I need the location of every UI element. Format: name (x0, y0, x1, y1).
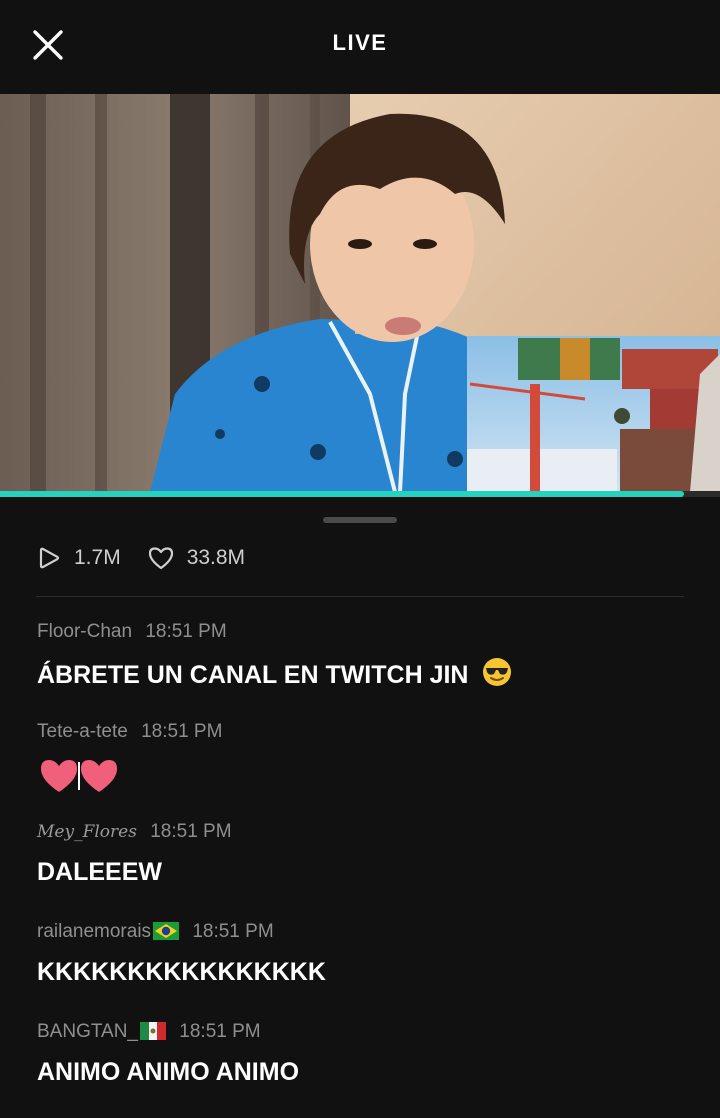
comment-time: 18:51 PM (192, 921, 274, 942)
comment-time: 18:51 PM (145, 621, 227, 642)
video-progress-bar[interactable] (0, 491, 720, 497)
plays-stat: 1.7M (36, 545, 121, 571)
page-title: LIVE (332, 30, 388, 55)
comment-text: ÁBRETE UN CANAL EN TWITCH JIN (37, 656, 697, 691)
comment-item: Mey_Flores 18:51 PM DALEEEW (37, 818, 697, 918)
mexico-flag-icon (140, 1022, 167, 1040)
play-outline-icon (39, 547, 60, 569)
plays-count: 1.7M (74, 546, 121, 569)
comment-text (37, 756, 697, 796)
comment-list[interactable]: Floor-Chan 18:51 PM ÁBRETE UN CANAL EN T… (37, 618, 697, 1118)
comment-meta: Floor-Chan 18:51 PM (37, 618, 697, 646)
stats-row: 1.7M 33.8M (36, 540, 271, 576)
comment-time: 18:51 PM (150, 821, 232, 842)
comment-time: 18:51 PM (141, 721, 223, 742)
likes-stat: 33.8M (147, 545, 245, 571)
heart-outline-icon (148, 547, 173, 570)
sunglasses-emoji-icon (483, 658, 512, 686)
comment-message: DALEEEW (37, 858, 162, 886)
pink-hearts-icon (41, 760, 117, 792)
comment-meta: Mey_Flores 18:51 PM (37, 818, 697, 846)
video-frame (0, 94, 720, 492)
comment-message: ANIMO ANIMO ANIMO (37, 1058, 300, 1086)
comment-username[interactable]: railanemorais (37, 921, 151, 942)
comment-username[interactable]: Mey_Flores (37, 822, 137, 842)
comment-message: KKKKKKKKKKKKKKKK (37, 958, 326, 986)
comment-time: 18:51 PM (179, 1021, 261, 1042)
comment-meta: railanemorais 18:51 PM (37, 918, 697, 946)
likes-count: 33.8M (186, 546, 246, 569)
live-video[interactable] (0, 94, 720, 492)
comment-item: BANGTAN_ 18:51 PM ANIMO ANIMO ANIMO (37, 1018, 697, 1118)
divider (36, 596, 684, 597)
comment-meta: Tete-a-tete 18:51 PM (37, 718, 697, 746)
comment-message: ÁBRETE UN CANAL EN TWITCH JIN (37, 661, 469, 689)
video-progress-fill (0, 491, 684, 497)
top-bar: LIVE (0, 0, 720, 94)
comment-item: Tete-a-tete 18:51 PM (37, 718, 697, 818)
comment-meta: BANGTAN_ 18:51 PM (37, 1018, 697, 1046)
brazil-flag-icon (153, 922, 180, 940)
comment-item: railanemorais 18:51 PM KKKKKKKKKKKKKKKK (37, 918, 697, 1018)
drag-handle[interactable] (323, 517, 397, 523)
comment-username[interactable]: BANGTAN_ (37, 1021, 138, 1042)
comment-item: Floor-Chan 18:51 PM ÁBRETE UN CANAL EN T… (37, 618, 697, 718)
comment-username[interactable]: Floor-Chan (37, 621, 132, 642)
comment-username[interactable]: Tete-a-tete (37, 721, 128, 742)
